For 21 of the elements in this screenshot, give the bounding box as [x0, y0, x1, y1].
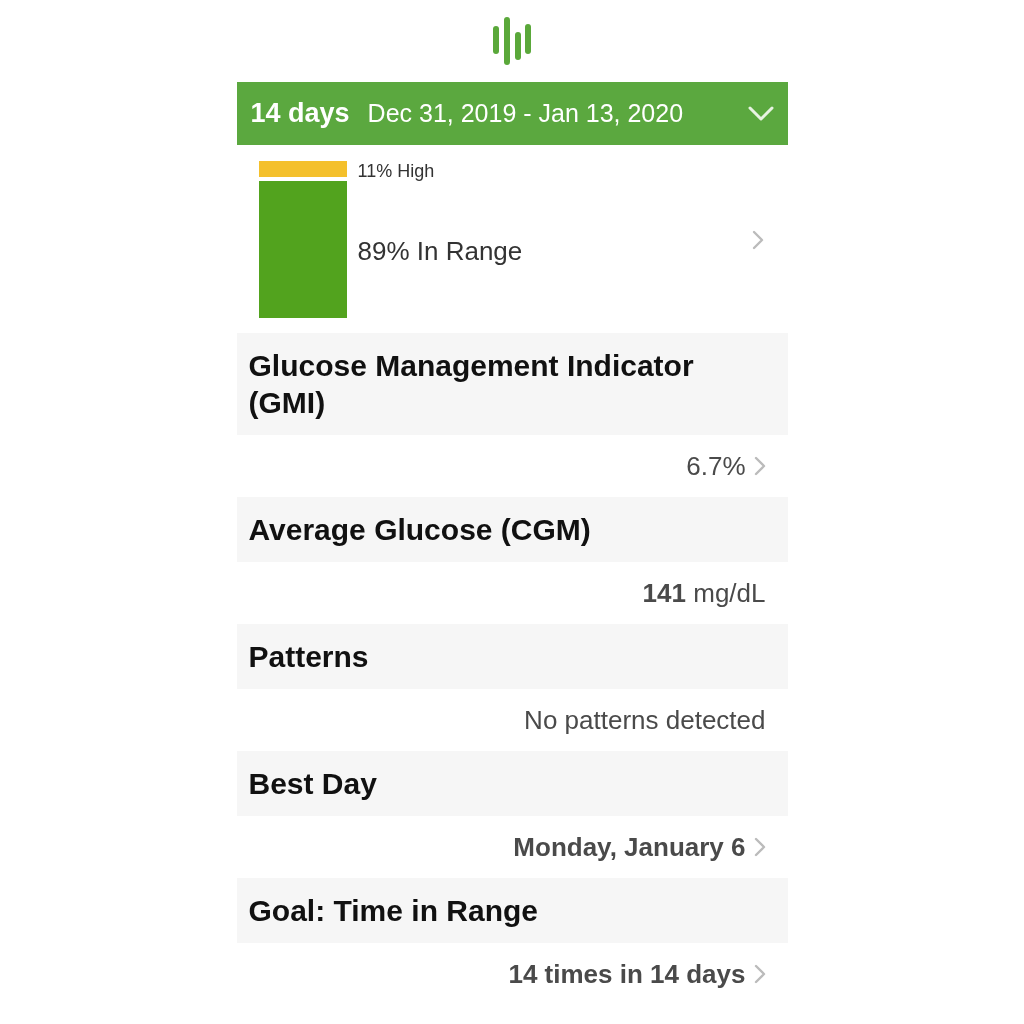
section-value: 6.7% [686, 450, 746, 482]
section-value: 14 times in 14 days [508, 958, 746, 990]
section-title: Patterns [236, 624, 788, 689]
period-label: 14 days [250, 98, 350, 129]
chevron-right-icon [753, 456, 766, 476]
section-value: No patterns detected [524, 704, 766, 736]
section-value: Monday, January 6 [513, 831, 746, 863]
date-range-selector[interactable]: 14 days Dec 31, 2019 - Jan 13, 2020 [236, 82, 788, 145]
chevron-right-icon [753, 964, 766, 984]
section-title: Glucose Management Indicator (GMI) [236, 333, 788, 435]
chevron-right-icon [753, 837, 766, 857]
section-value: 141 mg/dL [642, 577, 766, 609]
logo-icon [492, 17, 532, 65]
date-range: Dec 31, 2019 - Jan 13, 2020 [367, 99, 685, 128]
section-title: Average Glucose (CGM) [236, 497, 788, 562]
range-label: 89% In Range [357, 236, 523, 267]
section-title: Goal: Time in Range [236, 878, 788, 943]
chevron-down-icon [747, 105, 774, 122]
section-title: Best Day [236, 751, 788, 816]
chevron-right-icon [751, 229, 764, 250]
range-label: 11% High [357, 161, 435, 182]
